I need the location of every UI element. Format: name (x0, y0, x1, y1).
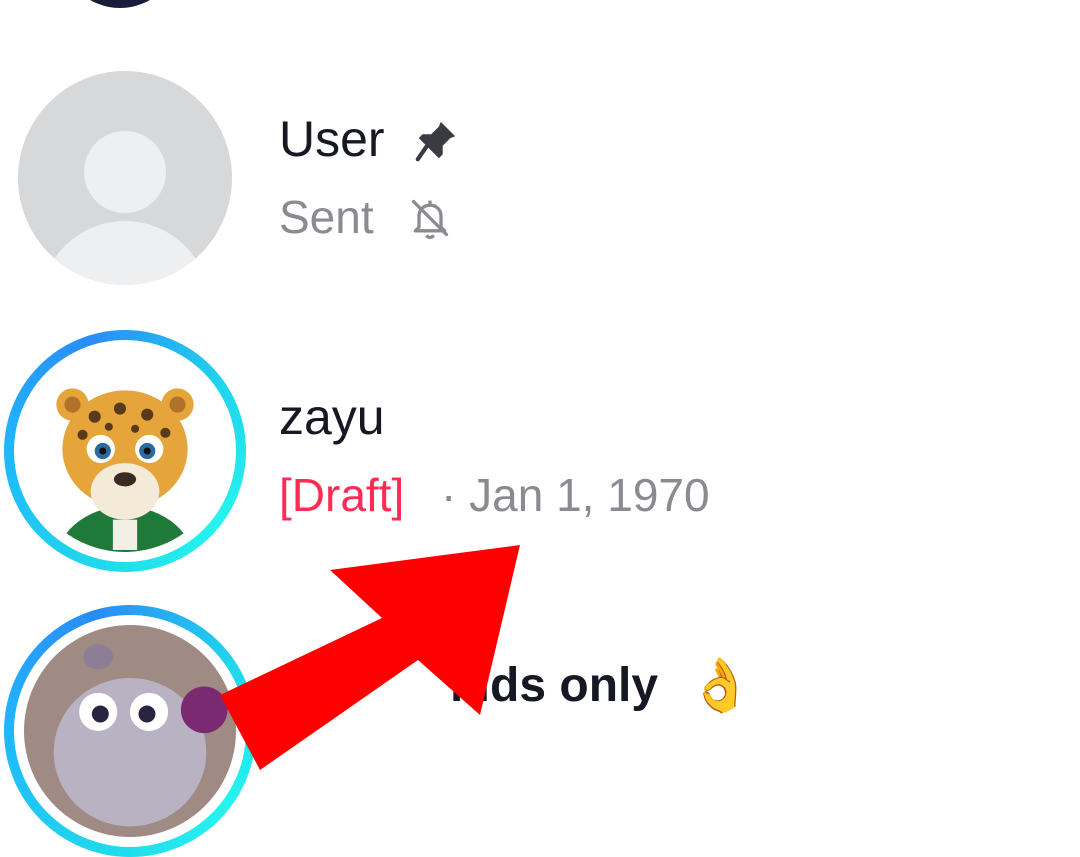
pin-icon (415, 121, 456, 162)
avatar-placeholder[interactable] (18, 71, 232, 285)
separator-dot: · (441, 469, 457, 521)
conversation-date: Jan 1, 1970 (469, 469, 710, 521)
jaguar-illustration (24, 350, 226, 552)
bell-off-icon (411, 199, 449, 240)
avatar-ring-gap (14, 340, 236, 562)
red-arrow-annotation (220, 545, 520, 770)
draft-label: [Draft] (279, 469, 405, 521)
conversation-preview: [Draft] · Jan 1, 1970 (279, 472, 710, 518)
avatar-jaguar (24, 350, 226, 552)
conversation-status: Sent (279, 191, 374, 243)
conversation-name: User (279, 111, 385, 167)
conversation-name: zayu (279, 389, 385, 445)
avatar-partial[interactable] (60, 0, 180, 8)
ok-hand-emoji: 👌 (688, 656, 753, 716)
avatar-body-shape (40, 221, 210, 285)
avatar-head-shape (84, 131, 166, 213)
